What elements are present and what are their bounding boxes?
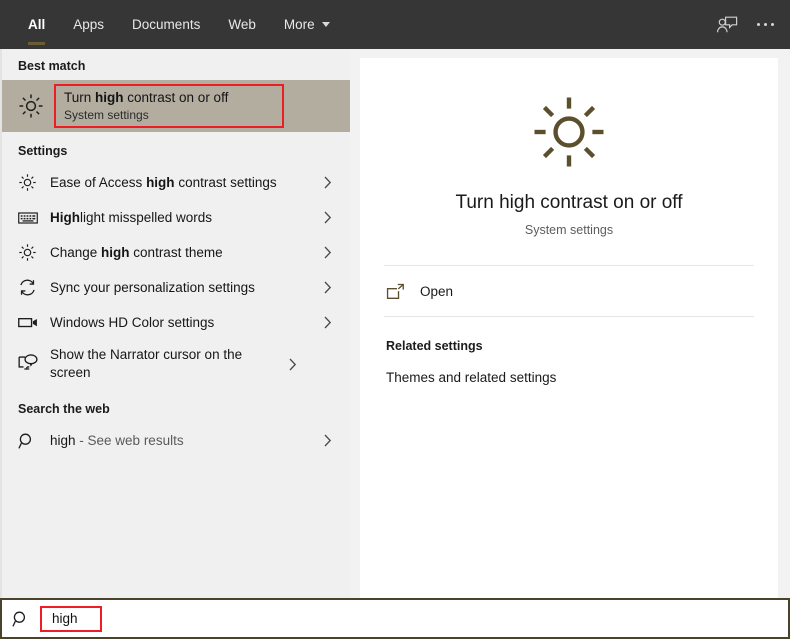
settings-row-sync-personalization[interactable]: Sync your personalization settings xyxy=(2,270,350,305)
preview-subtitle: System settings xyxy=(524,223,614,237)
settings-row-label: Highlight misspelled words xyxy=(50,209,320,227)
open-action-button[interactable]: Open xyxy=(360,266,778,316)
tab-web[interactable]: Web xyxy=(214,0,270,49)
chevron-right-icon xyxy=(320,434,336,447)
settings-row-windows-hd-color[interactable]: Windows HD Color settings xyxy=(2,305,350,340)
brightness-sun-icon xyxy=(18,93,52,119)
video-camera-icon xyxy=(18,316,50,329)
row-bold: high xyxy=(101,244,130,260)
search-results-area: Best match Turn high contrast on or off … xyxy=(0,49,790,598)
best-match-section-label: Best match xyxy=(18,59,86,73)
related-settings-link[interactable]: Themes and related settings xyxy=(360,353,778,385)
row-bold: High xyxy=(50,209,80,225)
header-actions xyxy=(706,0,790,49)
row-prefix: Show the Narrator cursor on the screen xyxy=(50,347,243,380)
tab-web-label: Web xyxy=(228,17,256,32)
row-prefix: Change xyxy=(50,244,102,260)
results-list-pane: Best match Turn high contrast on or off … xyxy=(0,49,350,598)
more-options-button[interactable] xyxy=(748,0,790,49)
tab-apps-label: Apps xyxy=(73,17,105,32)
related-settings-heading: Related settings xyxy=(386,339,483,353)
feedback-button[interactable] xyxy=(706,0,748,49)
settings-row-label: Ease of Access high contrast settings xyxy=(50,174,320,192)
tab-more[interactable]: More xyxy=(270,0,344,49)
keyboard-icon xyxy=(18,211,50,225)
tab-all[interactable]: All xyxy=(14,0,59,49)
settings-row-label: Show the Narrator cursor on the screen xyxy=(50,346,285,382)
settings-section-label: Settings xyxy=(18,144,68,158)
best-match-subtitle: System settings xyxy=(64,107,149,122)
preview-hero: Turn high contrast on or off System sett… xyxy=(360,58,778,237)
web-search-label: high - See web results xyxy=(50,432,320,450)
chevron-down-icon xyxy=(321,22,330,27)
brightness-sun-icon xyxy=(18,243,50,262)
search-the-web-section-label: Search the web xyxy=(18,402,110,416)
brightness-sun-icon xyxy=(18,173,50,192)
search-header: All Apps Documents Web More xyxy=(0,0,790,49)
row-suffix: contrast theme xyxy=(129,244,223,260)
sync-refresh-icon xyxy=(18,278,50,297)
search-magnifier-icon xyxy=(2,610,40,628)
row-bold: high xyxy=(146,174,175,190)
tab-apps[interactable]: Apps xyxy=(59,0,118,49)
person-feedback-icon xyxy=(716,15,738,35)
tab-documents-label: Documents xyxy=(132,17,201,32)
row-suffix: light misspelled words xyxy=(80,209,213,225)
row-prefix: Windows HD Color settings xyxy=(50,314,215,330)
chevron-right-icon xyxy=(320,176,336,189)
settings-row-label: Sync your personalization settings xyxy=(50,279,320,297)
tab-documents[interactable]: Documents xyxy=(118,0,214,49)
settings-row-label: Windows HD Color settings xyxy=(50,314,320,332)
chevron-right-icon xyxy=(320,316,336,329)
search-bar[interactable]: high xyxy=(0,598,790,639)
windows-search-flyout: All Apps Documents Web More Best match T… xyxy=(0,0,790,639)
preview-pane: Turn high contrast on or off System sett… xyxy=(360,58,778,598)
search-scope-tabs: All Apps Documents Web More xyxy=(0,0,344,49)
chevron-right-icon xyxy=(285,358,301,371)
row-suffix: contrast settings xyxy=(174,174,277,190)
web-search-row[interactable]: high - See web results xyxy=(2,423,350,458)
best-match-highlight-box: Turn high contrast on or off System sett… xyxy=(54,84,284,128)
row-prefix: Sync your personalization settings xyxy=(50,279,255,295)
settings-row-change-high-contrast-theme[interactable]: Change high contrast theme xyxy=(2,235,350,270)
tab-all-label: All xyxy=(28,17,46,32)
row-prefix: Ease of Access xyxy=(50,174,147,190)
chevron-right-icon xyxy=(320,281,336,294)
preview-title: Turn high contrast on or off xyxy=(455,192,683,213)
chevron-right-icon xyxy=(320,211,336,224)
search-magnifier-icon xyxy=(18,432,50,450)
settings-row-ease-of-access-high-contrast[interactable]: Ease of Access high contrast settings xyxy=(2,165,350,200)
best-match-result[interactable]: Turn high contrast on or off System sett… xyxy=(2,80,350,132)
open-external-icon xyxy=(386,283,420,300)
open-action-label: Open xyxy=(420,283,454,299)
settings-row-highlight-misspelled-words[interactable]: Highlight misspelled words xyxy=(2,200,350,235)
narrator-cursor-icon xyxy=(18,354,50,374)
brightness-sun-icon xyxy=(360,91,778,173)
search-input[interactable]: high xyxy=(52,610,78,628)
best-match-title-bold: high xyxy=(95,89,124,105)
ellipsis-icon xyxy=(756,23,782,26)
tab-more-label: More xyxy=(283,17,315,32)
settings-row-label: Change high contrast theme xyxy=(50,244,320,262)
best-match-title: Turn high contrast on or off xyxy=(64,89,274,106)
search-input-highlight-box: high xyxy=(40,605,102,632)
web-search-suffix: - See web results xyxy=(75,432,184,448)
web-search-query: high xyxy=(50,432,76,448)
best-match-title-suffix: contrast on or off xyxy=(123,89,229,105)
best-match-title-prefix: Turn xyxy=(64,89,96,105)
settings-row-narrator-cursor[interactable]: Show the Narrator cursor on the screen xyxy=(2,340,350,388)
chevron-right-icon xyxy=(320,246,336,259)
